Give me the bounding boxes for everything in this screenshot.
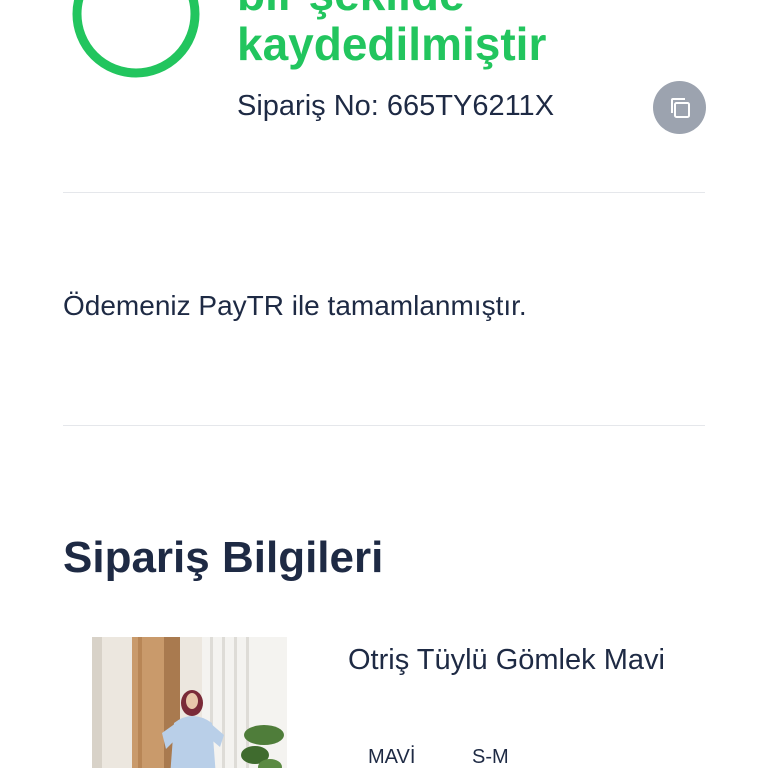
divider — [63, 192, 705, 193]
product-name[interactable]: Otriş Tüylü Gömlek Mavi — [348, 640, 688, 680]
product-image[interactable] — [92, 637, 287, 768]
product-color: MAVİ — [368, 746, 416, 768]
order-confirmation-page: bir şekilde kaydedilmiştir Sipariş No: 6… — [0, 0, 768, 768]
divider — [63, 425, 705, 426]
order-number: Sipariş No: 665TY6211X — [237, 90, 555, 122]
check-circle-icon — [72, 0, 200, 78]
copy-order-number-button[interactable] — [653, 81, 706, 134]
success-headline-line2: kaydedilmiştir — [237, 18, 547, 70]
payment-message: Ödemeniz PayTR ile tamamlanmıştır. — [63, 290, 527, 321]
product-size: S-M — [472, 746, 509, 768]
copy-icon — [670, 97, 690, 118]
success-headline-line1: bir şekilde — [237, 0, 465, 18]
order-info-title: Sipariş Bilgileri — [63, 533, 384, 582]
